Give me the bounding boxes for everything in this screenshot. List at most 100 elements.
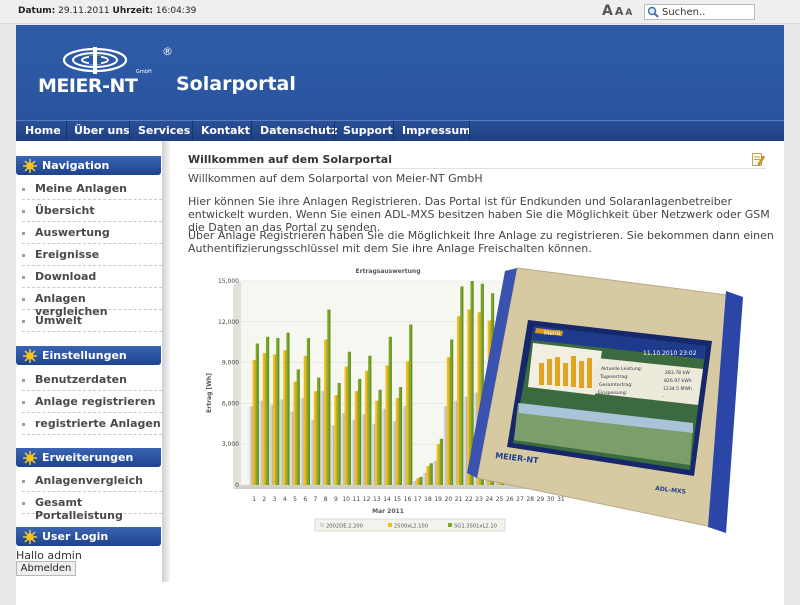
sidebar-item-label: Gesamt Portalleistung xyxy=(35,496,123,522)
date-label: Datum: xyxy=(18,6,56,16)
sidebar-item-anlagen-vergleichen[interactable]: Anlagen vergleichen xyxy=(22,288,162,318)
date-value: 29.11.2011 xyxy=(58,6,110,16)
sidebar-box-erweiterungen-header: Erweiterungen xyxy=(16,448,161,467)
bullet-icon xyxy=(22,276,25,279)
sun-icon xyxy=(23,159,37,173)
sidebar-item-auswertung[interactable]: Auswertung xyxy=(22,222,162,244)
font-size-small-button[interactable]: A xyxy=(625,8,632,18)
device-screen-datetime: 11.10.2010 23:02 xyxy=(643,350,697,357)
site-title: Solarportal xyxy=(176,73,296,95)
time-label: Uhrzeit: xyxy=(112,6,153,16)
device-row-value: 283.78 kW xyxy=(665,370,690,376)
sidebar-item-label: Übersicht xyxy=(35,204,95,217)
font-size-medium-button[interactable]: A xyxy=(615,5,624,18)
sidebar-item-label: Benutzerdaten xyxy=(35,373,127,386)
device-row-label: Einspeisung: xyxy=(598,390,628,396)
bullet-icon xyxy=(22,480,25,483)
bullet-icon xyxy=(22,210,25,213)
device-row-label: Tagesertrag: xyxy=(599,374,629,380)
sidebar-item-label: Ereignisse xyxy=(35,248,100,261)
font-size-controls: AAA xyxy=(602,3,634,19)
logo-text: MEIER-NT xyxy=(38,75,138,97)
title-divider xyxy=(188,168,766,169)
sidebar-item-uebersicht[interactable]: Übersicht xyxy=(22,200,162,222)
nav-home[interactable]: Home xyxy=(25,124,61,137)
nav-separator xyxy=(192,121,193,142)
bullet-icon xyxy=(22,254,25,257)
sun-icon xyxy=(23,530,37,544)
nav-services[interactable]: Services xyxy=(138,124,190,137)
nav-separator xyxy=(129,121,130,142)
font-size-large-button[interactable]: A xyxy=(602,3,613,19)
sidebar-item-label: Download xyxy=(35,270,97,283)
sidebar-item-anlagenvergleich[interactable]: Anlagenvergleich xyxy=(22,470,162,492)
edit-icon[interactable] xyxy=(752,153,765,166)
sidebar-item-anlage-registrieren[interactable]: Anlage registrieren xyxy=(22,391,162,413)
intro-text: Willkommen auf dem Solarportal von Meier… xyxy=(188,172,483,185)
sidebar-box-user-login-header: User Login xyxy=(16,527,161,546)
nav-datenschutz[interactable]: Datenschutz xyxy=(260,124,338,137)
device-screen-title: Menü xyxy=(544,330,561,337)
sidebar-item-label: registrierte Anlagen xyxy=(35,417,161,430)
nav-separator xyxy=(251,121,252,142)
page-title: Willkommen auf dem Solarportal xyxy=(188,153,392,166)
sidebar-box-title: Erweiterungen xyxy=(42,451,134,464)
search-input[interactable] xyxy=(662,6,752,19)
sidebar-box-title: Einstellungen xyxy=(42,349,127,362)
bullet-icon xyxy=(22,401,25,404)
site-header: ® GmbH MEIER-NT Solarportal xyxy=(16,25,784,120)
sidebar-item-label: Anlagenvergleich xyxy=(35,474,143,487)
nav-separator xyxy=(334,121,335,142)
sidebar-item-label: Umwelt xyxy=(35,314,83,327)
top-bar: Datum: 29.11.2011 Uhrzeit: 16:04:39 AAA xyxy=(0,0,800,24)
time-value: 16:04:39 xyxy=(155,6,197,16)
bullet-icon xyxy=(22,423,25,426)
sun-icon xyxy=(23,451,37,465)
nav-support[interactable]: Support xyxy=(343,124,393,137)
device-row-label: Aktuelle Leistung: xyxy=(601,366,643,372)
sidebar-item-label: Anlage registrieren xyxy=(35,395,156,408)
sidebar-item-ereignisse[interactable]: Ereignisse xyxy=(22,244,162,266)
nav-ueber-uns[interactable]: Über uns xyxy=(74,124,130,137)
nav-impressum[interactable]: Impressum xyxy=(402,124,471,137)
search-icon[interactable] xyxy=(647,6,659,18)
sidebar-box-einstellungen-header: Einstellungen xyxy=(16,346,161,365)
sidebar-item-download[interactable]: Download xyxy=(22,266,162,288)
sidebar-item-label: Meine Anlagen xyxy=(35,182,128,195)
device-row-value: 1234.5 MWh xyxy=(663,386,692,392)
sidebar-item-gesamt-portalleistung[interactable]: Gesamt Portalleistung xyxy=(22,492,162,522)
sidebar-divider xyxy=(162,141,170,582)
sidebar-item-benutzerdaten[interactable]: Benutzerdaten xyxy=(22,369,162,391)
sun-icon xyxy=(23,349,37,363)
logout-button[interactable]: Abmelden xyxy=(16,561,76,576)
device-row-label: Gesamtertrag: xyxy=(599,382,633,388)
nav-separator xyxy=(393,121,394,142)
sidebar-item-registrierte-anlagen[interactable]: registrierte Anlagen xyxy=(22,413,162,435)
nav-separator xyxy=(66,121,67,142)
data-logger-device: Menü 11.10.2010 23:02 Aktuelle Leistung:… xyxy=(467,267,743,533)
registration-text: Über Anlage Registrieren haben Sie die M… xyxy=(188,229,774,255)
bullet-icon xyxy=(22,298,25,301)
nav-separator xyxy=(469,121,470,142)
nav-kontakt[interactable]: Kontakt xyxy=(201,124,250,137)
sidebar-item-label: Auswertung xyxy=(35,226,110,239)
main-nav: Home Über uns Services Kontakt Datenschu… xyxy=(16,120,784,142)
logo-emblem-icon xyxy=(62,47,128,74)
logo-gmbh: GmbH xyxy=(136,69,152,75)
meier-nt-logo[interactable]: ® GmbH MEIER-NT xyxy=(38,45,173,99)
device-row-value: 826.97 kWh xyxy=(664,378,692,384)
solar-promo-image: Ertragsauswertung Ertrag [Wh] Mar 2011 0… xyxy=(205,263,770,538)
bullet-icon xyxy=(22,188,25,191)
sidebar-box-navigation-header: Navigation xyxy=(16,156,161,175)
bullet-icon xyxy=(22,320,25,323)
sidebar-item-meine-anlagen[interactable]: Meine Anlagen xyxy=(22,178,162,200)
sidebar-box-title: Navigation xyxy=(42,159,110,172)
sidebar-item-umwelt[interactable]: Umwelt xyxy=(22,310,162,332)
datetime-display: Datum: 29.11.2011 Uhrzeit: 16:04:39 xyxy=(18,6,196,16)
logo-registered-mark: ® xyxy=(162,45,173,58)
sidebar-box-title: User Login xyxy=(42,530,109,543)
search-box xyxy=(644,4,755,20)
bullet-icon xyxy=(22,502,25,505)
bullet-icon xyxy=(22,232,25,235)
bullet-icon xyxy=(22,379,25,382)
